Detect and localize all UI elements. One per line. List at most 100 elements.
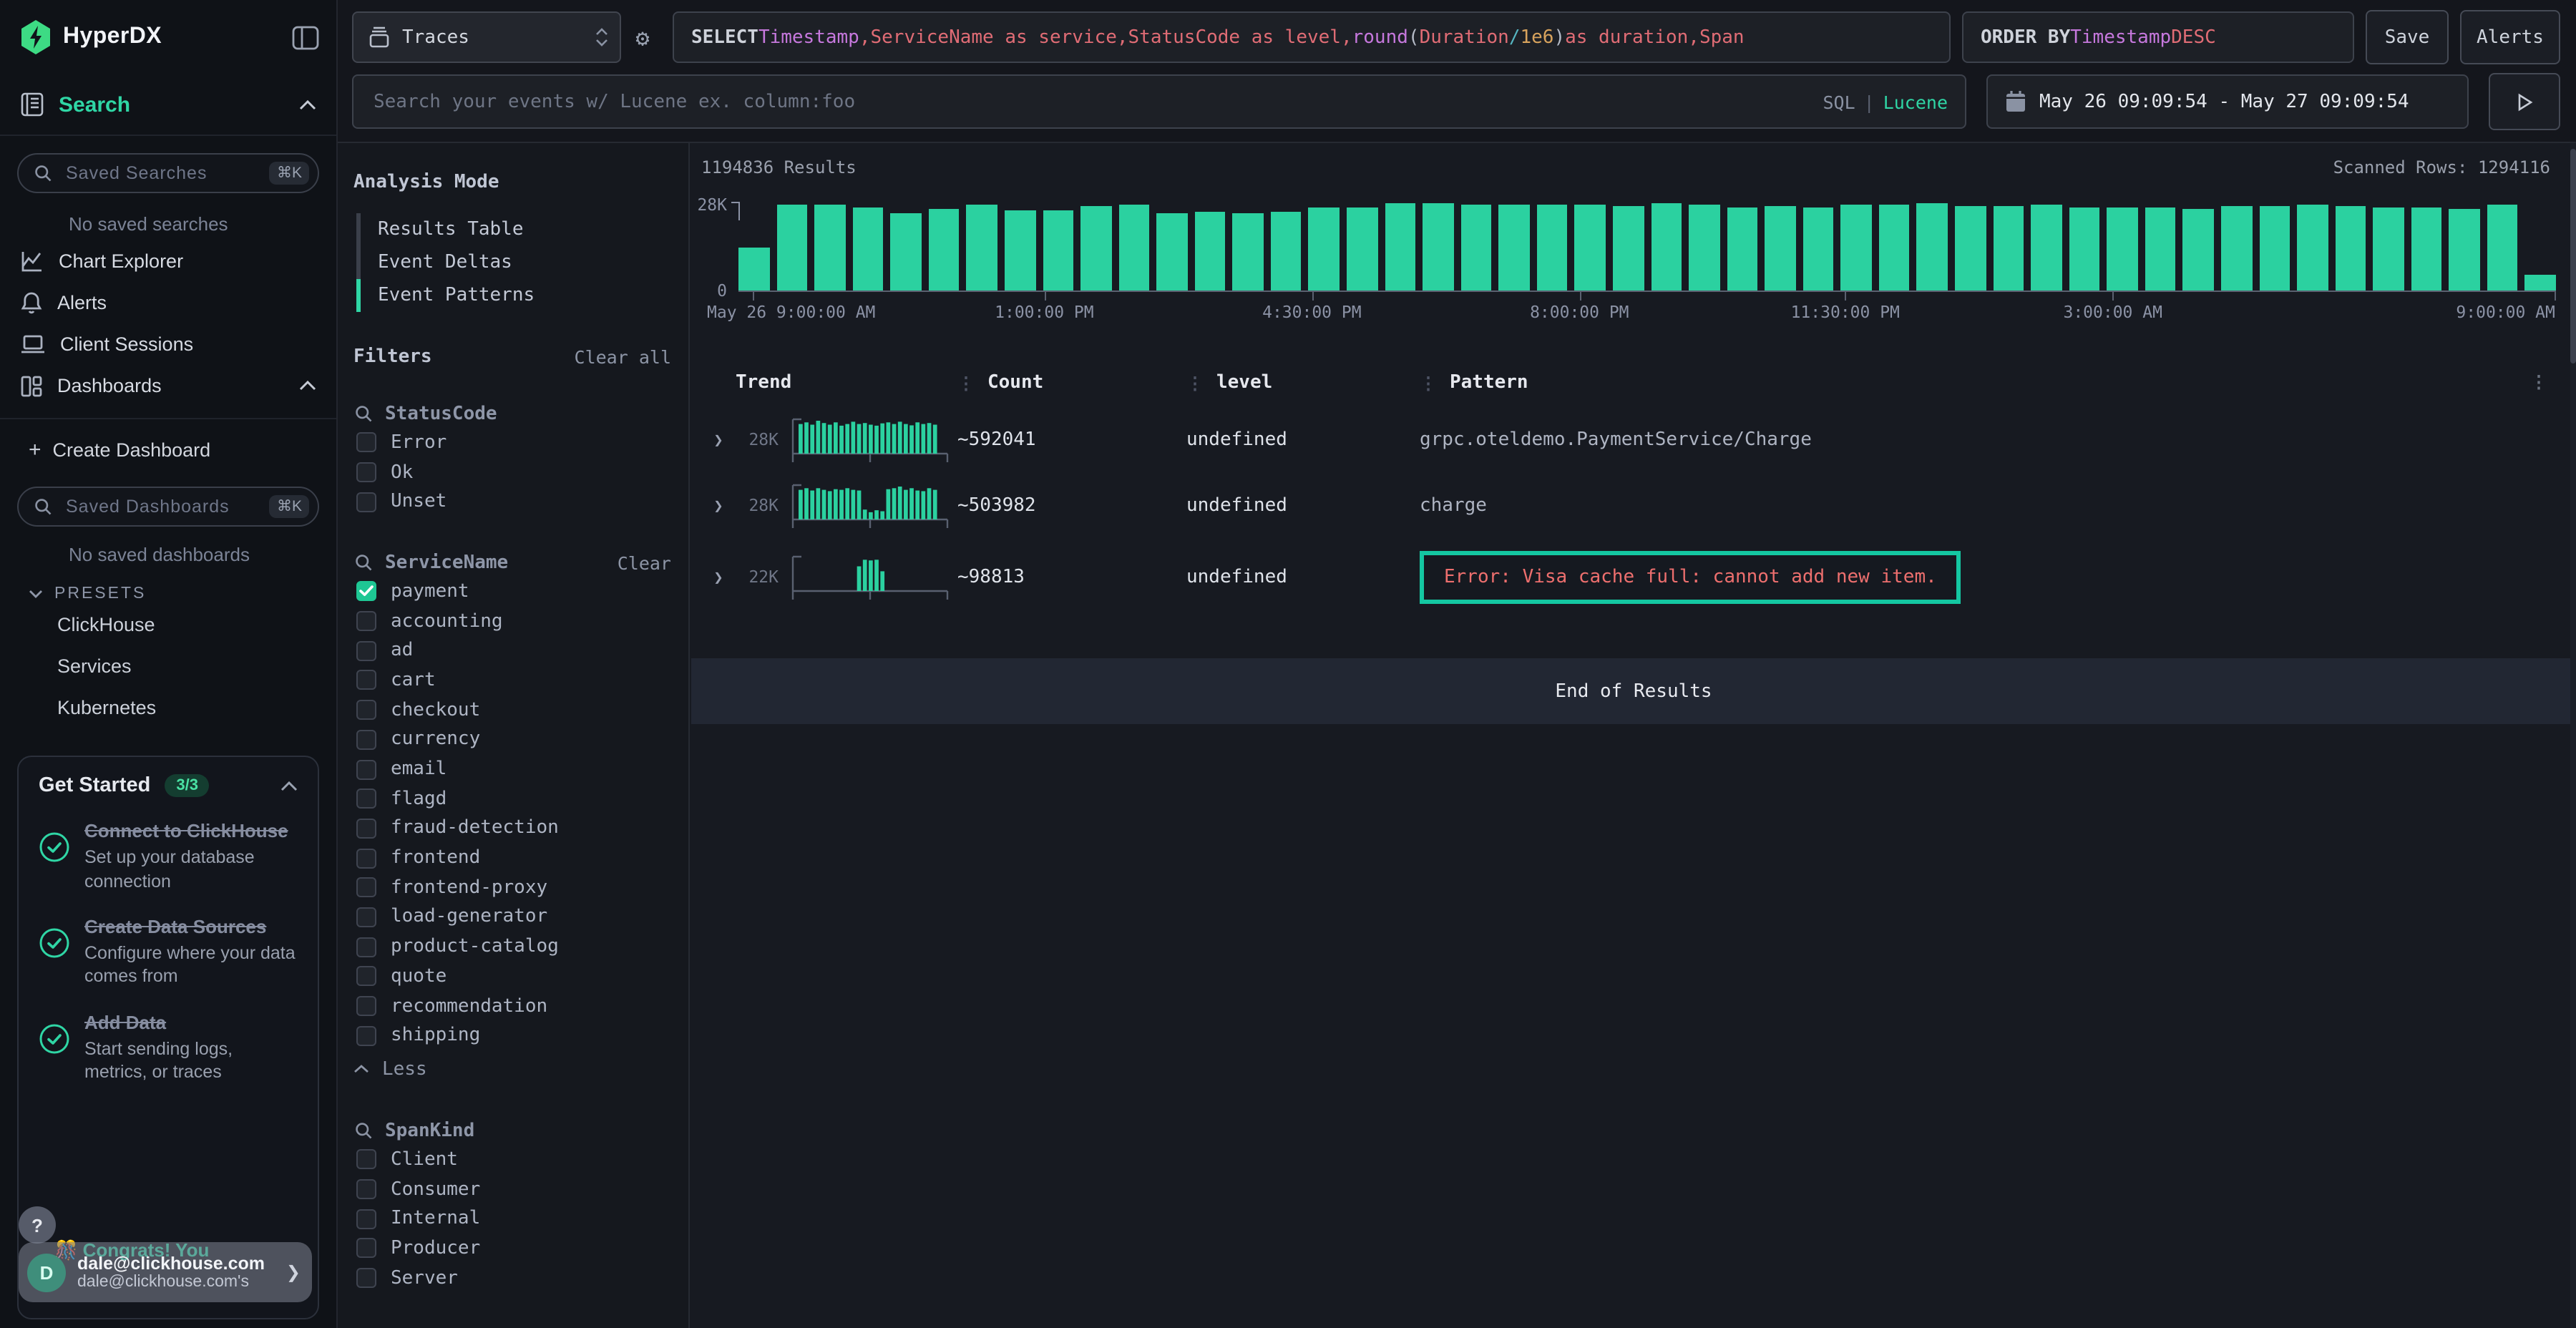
event-search-field[interactable]: [371, 89, 1808, 114]
histogram-bar[interactable]: [2259, 206, 2290, 290]
histogram-bar[interactable]: [1803, 208, 1834, 290]
preset-link-kubernetes[interactable]: Kubernetes: [0, 691, 336, 733]
histogram-bar[interactable]: [1347, 208, 1377, 290]
drag-handle-icon[interactable]: ⋮: [957, 373, 975, 393]
filter-option-fraud-detection[interactable]: fraud-detection: [353, 814, 671, 843]
search-icon[interactable]: [353, 552, 374, 572]
histogram-bar[interactable]: [2411, 208, 2442, 290]
search-icon[interactable]: [353, 1120, 374, 1141]
histogram-bar[interactable]: [2335, 206, 2366, 290]
histogram-bar[interactable]: [1917, 203, 1948, 290]
histogram-bar[interactable]: [2297, 205, 2328, 290]
checkbox[interactable]: [356, 848, 376, 868]
checkbox[interactable]: [356, 907, 376, 927]
histogram-bar[interactable]: [1575, 205, 1606, 290]
histogram-bar[interactable]: [1689, 205, 1719, 290]
histogram-bar[interactable]: [1385, 203, 1415, 290]
filter-option-recommendation[interactable]: recommendation: [353, 991, 671, 1020]
sql-orderby-input[interactable]: ORDER BY Timestamp DESC: [1962, 11, 2354, 63]
filter-option-flagd[interactable]: flagd: [353, 784, 671, 814]
histogram-bar[interactable]: [2107, 208, 2138, 290]
preset-link-clickhouse[interactable]: ClickHouse: [0, 608, 336, 650]
histogram-bar[interactable]: [1651, 203, 1682, 290]
expand-row-icon[interactable]: ❯: [701, 496, 736, 514]
histogram-bar[interactable]: [1423, 203, 1453, 290]
checkbox[interactable]: [356, 1239, 376, 1259]
histogram-bar[interactable]: [2145, 208, 2176, 290]
histogram-bar[interactable]: [1309, 208, 1340, 290]
scrollbar-thumb[interactable]: [2570, 149, 2576, 363]
filter-option-frontend[interactable]: frontend: [353, 844, 671, 873]
lucene-toggle[interactable]: Lucene: [1883, 91, 1948, 112]
histogram-bar[interactable]: [1499, 205, 1530, 290]
saved-dashboards-field[interactable]: [63, 495, 270, 518]
analysis-mode-results-table[interactable]: Results Table: [356, 213, 671, 246]
sidebar-item-dashboards[interactable]: Dashboards: [0, 365, 336, 406]
column-header-pattern[interactable]: ⋮Pattern: [1420, 372, 2530, 394]
table-row[interactable]: ❯28K~592041undefinedgrpc.oteldemo.Paymen…: [701, 406, 2565, 472]
histogram-bar[interactable]: [1271, 213, 1302, 290]
histogram-bar[interactable]: [1043, 211, 1073, 290]
filter-option-email[interactable]: email: [353, 754, 671, 783]
table-row[interactable]: ❯28K~503982undefinedcharge: [701, 472, 2565, 538]
filter-option-currency[interactable]: currency: [353, 725, 671, 754]
checkbox[interactable]: [356, 759, 376, 779]
filter-option-producer[interactable]: Producer: [353, 1234, 671, 1263]
user-menu[interactable]: D dale@clickhouse.com dale@clickhouse.co…: [19, 1242, 312, 1302]
histogram-bar[interactable]: [1841, 205, 1872, 290]
histogram-bar[interactable]: [1727, 208, 1757, 290]
table-menu-icon[interactable]: ⋮: [2530, 372, 2565, 392]
create-dashboard-button[interactable]: + Create Dashboard: [0, 431, 336, 469]
preset-link-services[interactable]: Services: [0, 650, 336, 691]
histogram-bar[interactable]: [1765, 206, 1795, 290]
filter-option-server[interactable]: Server: [353, 1264, 671, 1293]
clear-all-button[interactable]: Clear all: [575, 346, 671, 368]
source-settings-button[interactable]: ⚙: [621, 24, 664, 51]
filter-option-quote[interactable]: quote: [353, 962, 671, 991]
filter-option-consumer[interactable]: Consumer: [353, 1175, 671, 1204]
checkbox[interactable]: [356, 462, 376, 482]
saved-searches-input[interactable]: ⌘K: [17, 153, 319, 193]
checkbox[interactable]: [356, 937, 376, 957]
histogram-bar[interactable]: [1080, 206, 1111, 290]
histogram-bar[interactable]: [852, 208, 883, 290]
histogram-bar[interactable]: [2373, 208, 2404, 290]
histogram-bar[interactable]: [738, 247, 769, 290]
analysis-mode-event-deltas[interactable]: Event Deltas: [356, 246, 671, 279]
sidebar-collapse-icon[interactable]: [292, 25, 319, 49]
histogram-bar[interactable]: [1993, 206, 2024, 290]
checkbox[interactable]: [356, 700, 376, 720]
filter-option-ad[interactable]: ad: [353, 636, 671, 665]
expand-row-icon[interactable]: ❯: [701, 430, 736, 449]
table-row[interactable]: ❯22K~98813undefinedError: Visa cache ful…: [701, 538, 2565, 615]
saved-dashboards-input[interactable]: ⌘K: [17, 487, 319, 527]
histogram-bar[interactable]: [891, 214, 922, 290]
histogram-bar[interactable]: [776, 205, 807, 290]
filter-option-frontend-proxy[interactable]: frontend-proxy: [353, 873, 671, 902]
checkbox[interactable]: [356, 967, 376, 987]
filter-option-shipping[interactable]: shipping: [353, 1021, 671, 1050]
histogram-bar[interactable]: [2183, 209, 2214, 290]
scrollbar[interactable]: [2570, 143, 2576, 1328]
filter-option-client[interactable]: Client: [353, 1145, 671, 1174]
presets-toggle[interactable]: PRESETS: [0, 571, 336, 608]
checkbox[interactable]: [356, 1179, 376, 1199]
histogram-bar[interactable]: [2449, 209, 2480, 290]
filter-option-load-generator[interactable]: load-generator: [353, 902, 671, 932]
highlighted-pattern[interactable]: Error: Visa cache full: cannot add new i…: [1420, 550, 1961, 603]
filter-option-ok[interactable]: Ok: [353, 457, 671, 487]
source-select[interactable]: Traces: [352, 11, 621, 63]
column-header-level[interactable]: ⋮level: [1186, 372, 1420, 394]
filter-option-cart[interactable]: cart: [353, 665, 671, 695]
save-button[interactable]: Save: [2366, 10, 2449, 64]
sidebar-item-chart-explorer[interactable]: Chart Explorer: [0, 240, 336, 282]
filter-option-payment[interactable]: payment: [353, 577, 671, 606]
checkbox-checked[interactable]: [356, 582, 376, 602]
histogram-bar[interactable]: [1233, 213, 1264, 290]
filter-option-error[interactable]: Error: [353, 428, 671, 457]
filter-option-checkout[interactable]: checkout: [353, 695, 671, 725]
histogram-bar[interactable]: [1955, 206, 1986, 290]
checkbox[interactable]: [356, 819, 376, 839]
histogram-bar[interactable]: [2221, 206, 2252, 290]
help-button[interactable]: ?: [19, 1206, 56, 1244]
